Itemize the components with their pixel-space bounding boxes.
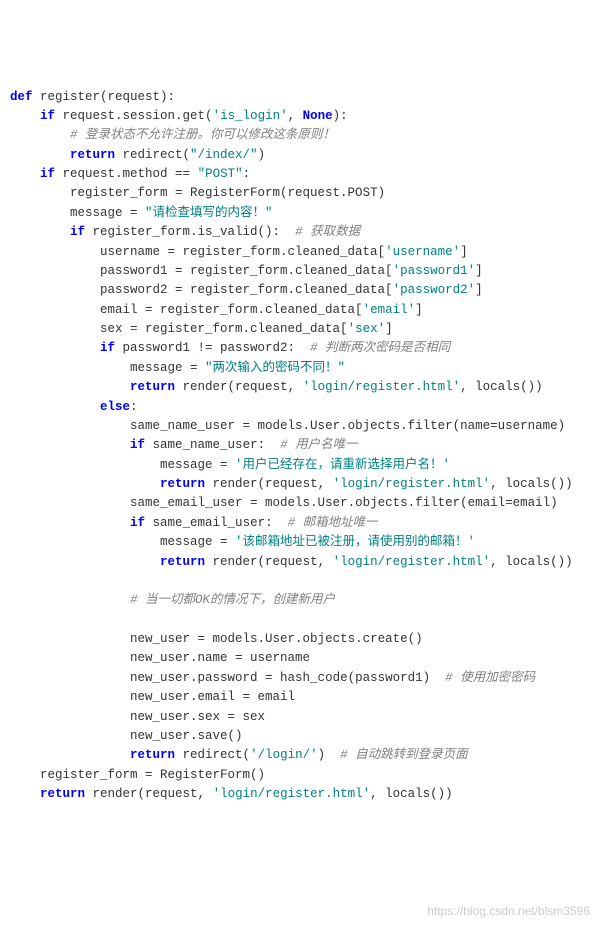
comment: # 用户名唯一: [280, 438, 358, 452]
text: new_user.sex = sex: [130, 710, 265, 724]
text: ):: [333, 109, 348, 123]
comment: # 自动跳转到登录页面: [340, 748, 468, 762]
text: ]: [415, 303, 423, 317]
text: ,: [288, 109, 303, 123]
text: password1 != password2:: [115, 341, 310, 355]
string: 'username': [385, 245, 460, 259]
text: new_user = models.User.objects.create(): [130, 632, 423, 646]
text: new_user.name = username: [130, 651, 310, 665]
keyword-else: else: [100, 400, 130, 414]
text: ): [318, 748, 341, 762]
text: same_email_user:: [145, 516, 288, 530]
keyword-return: return: [40, 787, 85, 801]
text: register_form = RegisterForm(): [40, 768, 265, 782]
text: email = register_form.cleaned_data[: [100, 303, 363, 317]
text: , locals()): [490, 477, 573, 491]
string: 'login/register.html': [333, 555, 491, 569]
keyword-if: if: [40, 167, 55, 181]
text: redirect(: [115, 148, 190, 162]
string: "/index/": [190, 148, 258, 162]
text: message =: [160, 535, 235, 549]
keyword-if: if: [70, 225, 85, 239]
string: 'login/register.html': [213, 787, 371, 801]
keyword-return: return: [130, 748, 175, 762]
text: , locals()): [490, 555, 573, 569]
text: username = register_form.cleaned_data[: [100, 245, 385, 259]
keyword-if: if: [130, 438, 145, 452]
keyword-return: return: [160, 477, 205, 491]
text: , locals()): [370, 787, 453, 801]
comment: # 当一切都OK的情况下，创建新用户: [130, 593, 335, 607]
text: password1 = register_form.cleaned_data[: [100, 264, 393, 278]
comment: # 判断两次密码是否相同: [310, 341, 450, 355]
string: '/login/': [250, 748, 318, 762]
text: ]: [385, 322, 393, 336]
keyword-return: return: [130, 380, 175, 394]
text: same_email_user = models.User.objects.fi…: [130, 496, 468, 510]
keyword-if: if: [40, 109, 55, 123]
string: '用户已经存在，请重新选择用户名！': [235, 458, 450, 472]
text: , locals()): [460, 380, 543, 394]
string: 'password1': [393, 264, 476, 278]
keyword-if: if: [100, 341, 115, 355]
text: ]: [475, 264, 483, 278]
text: request.session.get(: [55, 109, 213, 123]
param: email: [468, 496, 506, 510]
watermark: https://blog.csdn.net/blsm3596: [427, 902, 590, 921]
string: 'login/register.html': [333, 477, 491, 491]
text: register_form.is_valid():: [85, 225, 295, 239]
keyword-if: if: [130, 516, 145, 530]
text: register(request):: [33, 90, 176, 104]
text: sex = register_form.cleaned_data[: [100, 322, 348, 336]
comment: # 登录状态不允许注册。你可以修改这条原则！: [70, 128, 335, 142]
code-block: def register(request): if request.sessio…: [10, 88, 595, 805]
text: =email): [505, 496, 558, 510]
text: register_form = RegisterForm(request.POS…: [70, 186, 385, 200]
text: ): [258, 148, 266, 162]
comment: # 邮箱地址唯一: [288, 516, 378, 530]
string: "POST": [198, 167, 243, 181]
string: "两次输入的密码不同！": [205, 361, 345, 375]
text: =username): [490, 419, 565, 433]
param: name: [460, 419, 490, 433]
text: same_name_user:: [145, 438, 280, 452]
text: render(request,: [175, 380, 303, 394]
comment: # 使用加密密码: [445, 671, 535, 685]
keyword-return: return: [160, 555, 205, 569]
text: redirect(: [175, 748, 250, 762]
text: ]: [460, 245, 468, 259]
text: render(request,: [85, 787, 213, 801]
text: password2 = register_form.cleaned_data[: [100, 283, 393, 297]
string: 'is_login': [213, 109, 288, 123]
text: :: [243, 167, 251, 181]
text: new_user.password = hash_code(password1): [130, 671, 445, 685]
text: same_name_user = models.User.objects.fil…: [130, 419, 460, 433]
keyword-def: def: [10, 90, 33, 104]
string: 'sex': [348, 322, 386, 336]
string: 'login/register.html': [303, 380, 461, 394]
text: message =: [130, 361, 205, 375]
string: 'email': [363, 303, 416, 317]
keyword-return: return: [70, 148, 115, 162]
text: request.method ==: [55, 167, 198, 181]
text: message =: [70, 206, 145, 220]
string: 'password2': [393, 283, 476, 297]
text: ]: [475, 283, 483, 297]
string: '该邮箱地址已被注册，请使用别的邮箱！': [235, 535, 475, 549]
text: render(request,: [205, 477, 333, 491]
text: render(request,: [205, 555, 333, 569]
keyword-none: None: [303, 109, 333, 123]
text: new_user.email = email: [130, 690, 295, 704]
comment: # 获取数据: [295, 225, 360, 239]
string: "请检查填写的内容！": [145, 206, 273, 220]
text: message =: [160, 458, 235, 472]
